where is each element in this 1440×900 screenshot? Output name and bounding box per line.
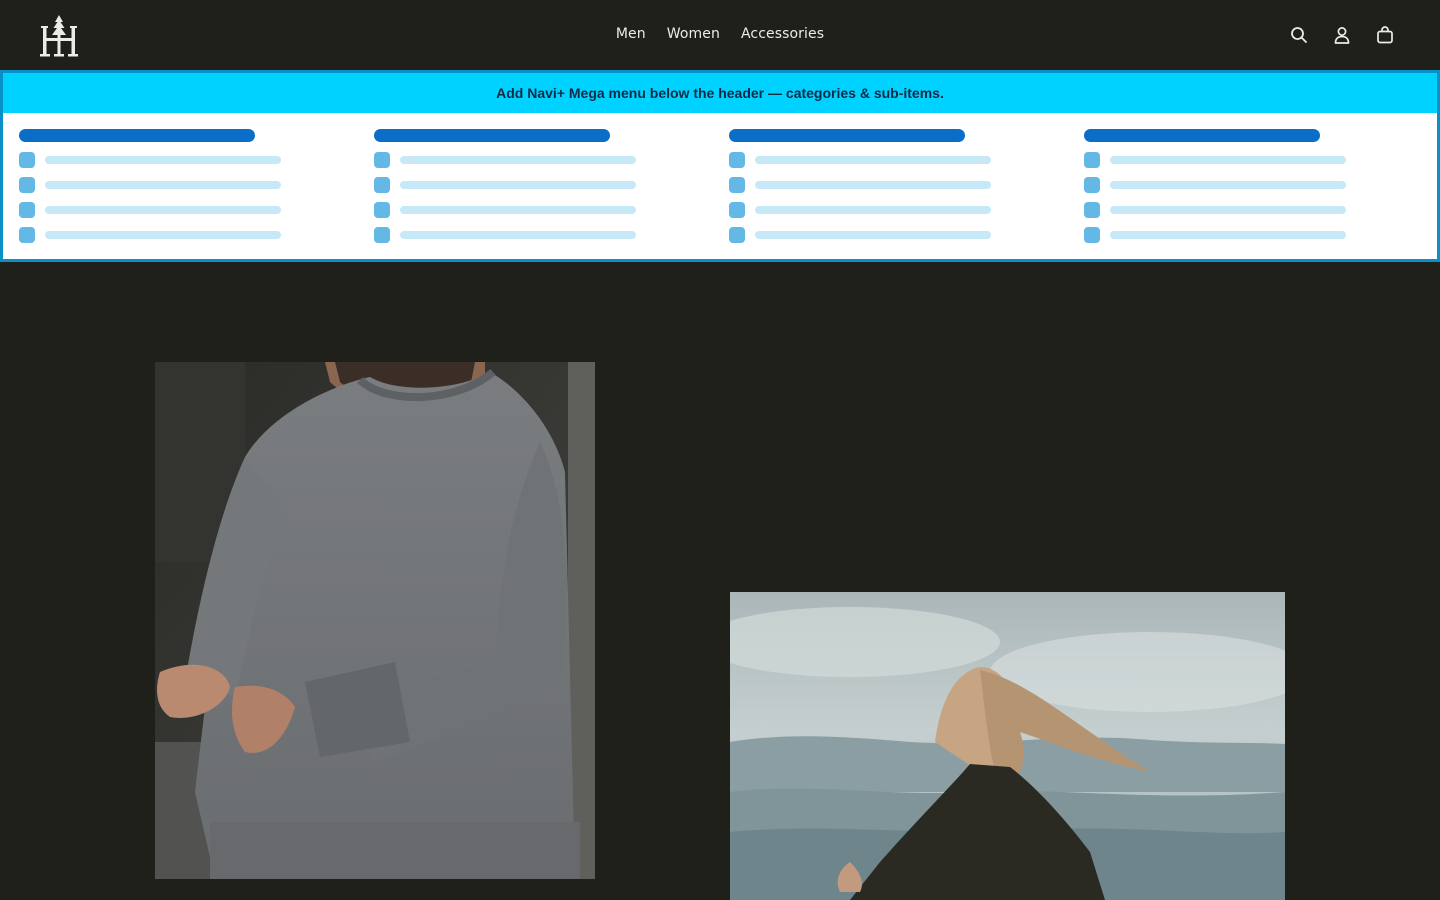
subitem-label-placeholder: [45, 181, 281, 189]
mega-menu-subitem-placeholder[interactable]: [1084, 177, 1404, 193]
nav-item-men[interactable]: Men: [616, 24, 646, 46]
mega-menu-subitem-placeholder[interactable]: [19, 227, 339, 243]
subitem-label-placeholder: [45, 206, 281, 214]
mega-menu-subitem-placeholder[interactable]: [729, 202, 1049, 218]
subitem-label-placeholder: [755, 206, 991, 214]
site-header: Men Women Accessories: [0, 0, 1440, 70]
subitem-label-placeholder: [400, 231, 636, 239]
subitem-label-placeholder: [1110, 181, 1346, 189]
subitem-label-placeholder: [400, 156, 636, 164]
mega-menu-category-placeholder[interactable]: [1084, 129, 1320, 142]
mega-menu-subitem-placeholder[interactable]: [19, 202, 339, 218]
subitem-icon-placeholder: [729, 152, 745, 168]
woman-windblown-hair-photo[interactable]: [730, 592, 1285, 900]
subitem-icon-placeholder: [374, 152, 390, 168]
subitem-icon-placeholder: [1084, 202, 1100, 218]
subitem-label-placeholder: [755, 181, 991, 189]
subitem-label-placeholder: [45, 231, 281, 239]
subitem-label-placeholder: [1110, 156, 1346, 164]
mega-menu-subitem-placeholder[interactable]: [1084, 152, 1404, 168]
mega-menu-category-placeholder[interactable]: [19, 129, 255, 142]
mega-menu-subitem-placeholder[interactable]: [374, 177, 694, 193]
man-grey-sweater-photo[interactable]: [155, 362, 595, 879]
mega-menu-subitem-placeholder[interactable]: [374, 152, 694, 168]
subitem-icon-placeholder: [374, 227, 390, 243]
mega-menu-subitem-placeholder[interactable]: [374, 202, 694, 218]
subitem-icon-placeholder: [729, 227, 745, 243]
subitem-icon-placeholder: [1084, 177, 1100, 193]
subitem-label-placeholder: [400, 181, 636, 189]
mega-menu-banner-text: Add Navi+ Mega menu below the header — c…: [496, 85, 944, 101]
subitem-icon-placeholder: [19, 152, 35, 168]
subitem-label-placeholder: [1110, 231, 1346, 239]
mega-menu-subitem-placeholder[interactable]: [729, 227, 1049, 243]
account-icon[interactable]: [1332, 25, 1352, 45]
subitem-icon-placeholder: [374, 177, 390, 193]
mega-menu-category-placeholder[interactable]: [374, 129, 610, 142]
subitem-label-placeholder: [755, 231, 991, 239]
subitem-label-placeholder: [400, 206, 636, 214]
subitem-icon-placeholder: [19, 227, 35, 243]
mega-menu-subitem-placeholder[interactable]: [1084, 227, 1404, 243]
header-actions: [1289, 25, 1395, 45]
mega-menu-subitem-placeholder[interactable]: [729, 152, 1049, 168]
mega-menu-banner: Add Navi+ Mega menu below the header — c…: [3, 73, 1437, 113]
mega-menu-subitem-placeholder[interactable]: [729, 177, 1049, 193]
subitem-label-placeholder: [1110, 206, 1346, 214]
subitem-label-placeholder: [45, 156, 281, 164]
subitem-icon-placeholder: [374, 202, 390, 218]
subitem-icon-placeholder: [1084, 227, 1100, 243]
mega-menu-category-placeholder[interactable]: [729, 129, 965, 142]
mega-menu-subitem-placeholder[interactable]: [19, 152, 339, 168]
nav-item-women[interactable]: Women: [667, 24, 720, 46]
mega-menu-subitem-placeholder[interactable]: [1084, 202, 1404, 218]
subitem-icon-placeholder: [19, 177, 35, 193]
main-nav: Men Women Accessories: [0, 24, 1440, 46]
subitem-label-placeholder: [755, 156, 991, 164]
mega-menu-placeholder: Add Navi+ Mega menu below the header — c…: [0, 70, 1440, 262]
subitem-icon-placeholder: [19, 202, 35, 218]
subitem-icon-placeholder: [1084, 152, 1100, 168]
shopping-bag-icon[interactable]: [1375, 25, 1395, 45]
mega-menu-subitem-placeholder[interactable]: [374, 227, 694, 243]
search-icon[interactable]: [1289, 25, 1309, 45]
mega-menu-subitem-placeholder[interactable]: [19, 177, 339, 193]
nav-item-accessories[interactable]: Accessories: [741, 24, 824, 46]
subitem-icon-placeholder: [729, 202, 745, 218]
subitem-icon-placeholder: [729, 177, 745, 193]
